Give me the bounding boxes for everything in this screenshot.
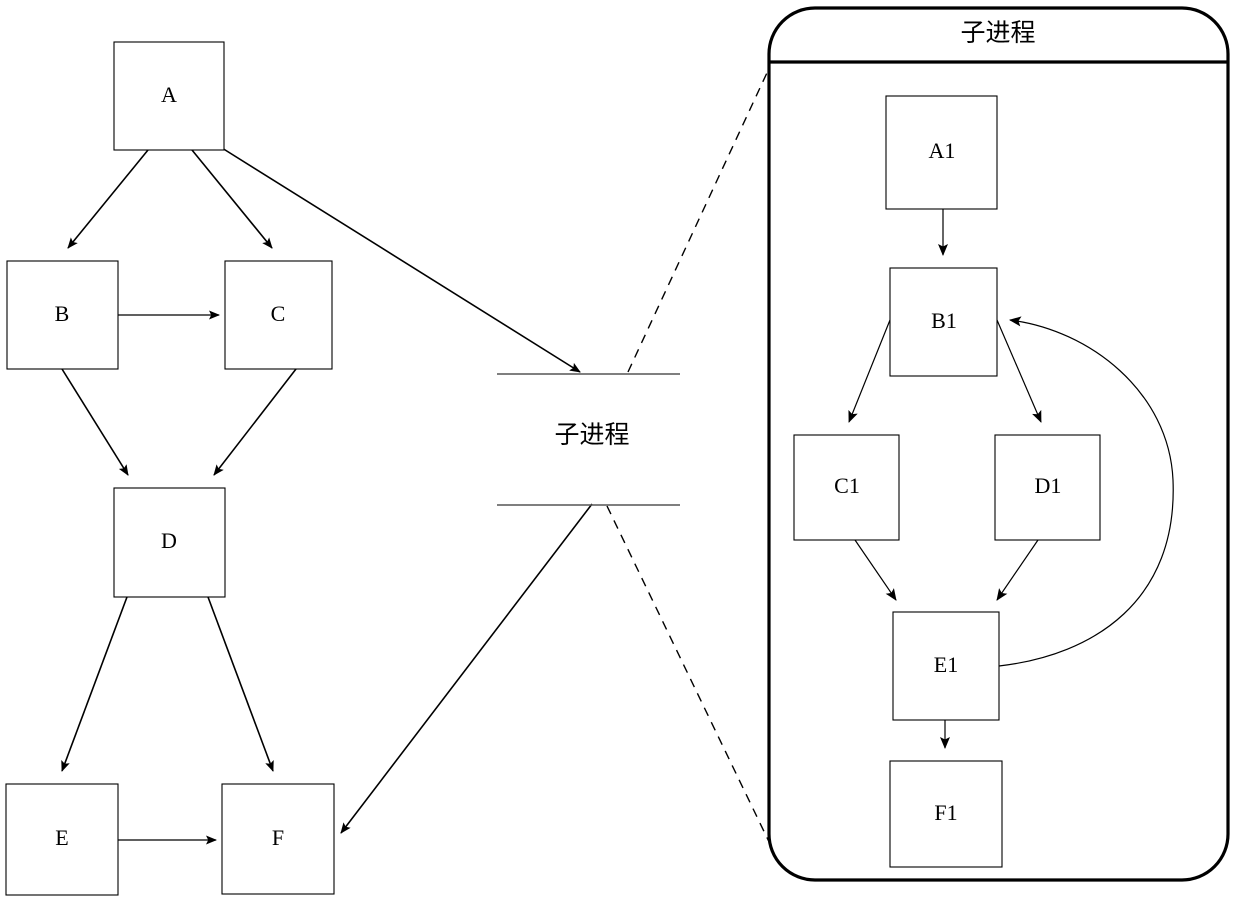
- node-b[interactable]: B: [6, 260, 119, 370]
- edge-c-to-d: [213, 368, 297, 476]
- node-a1-label: A1: [929, 138, 956, 163]
- subprocess-stub-group: 子进程: [497, 373, 680, 506]
- main-flow-group: A B C D E F: [5, 41, 593, 896]
- node-b-label: B: [55, 301, 70, 326]
- expansion-connectors-group: [606, 61, 773, 849]
- edge-a-to-b: [67, 149, 149, 249]
- node-f1[interactable]: F1: [889, 760, 1003, 868]
- node-e-label: E: [55, 825, 68, 850]
- node-d[interactable]: D: [113, 487, 226, 598]
- edge-b-to-d: [61, 368, 129, 476]
- subprocess-panel-title: 子进程: [960, 18, 1035, 47]
- node-a[interactable]: A: [113, 41, 225, 151]
- node-d1-label: D1: [1035, 473, 1062, 498]
- edge-a-to-c: [191, 149, 273, 249]
- node-f[interactable]: F: [221, 783, 335, 895]
- node-c1[interactable]: C1: [793, 434, 900, 541]
- node-d-label: D: [161, 528, 177, 553]
- node-e1[interactable]: E1: [892, 611, 1000, 721]
- node-a-label: A: [161, 82, 177, 107]
- node-c-label: C: [271, 301, 286, 326]
- edge-d-to-f: [207, 596, 274, 772]
- node-e1-label: E1: [934, 652, 958, 677]
- node-b1-label: B1: [931, 308, 957, 333]
- edge-subprocess-to-f: [340, 503, 593, 834]
- node-c1-label: C1: [834, 473, 860, 498]
- node-a1[interactable]: A1: [885, 95, 998, 210]
- node-c[interactable]: C: [224, 260, 333, 370]
- node-f1-label: F1: [934, 800, 957, 825]
- subprocess-panel-group: 子进程 A1 B1 C1 D1 E1 F1: [767, 6, 1230, 882]
- node-f-label: F: [272, 825, 284, 850]
- edge-d-to-e: [61, 596, 128, 772]
- node-d1[interactable]: D1: [994, 434, 1101, 541]
- diagram-canvas: A B C D E F 子进程 子进程 A1 B1 C1 D1 E1 F1: [5, 6, 1230, 896]
- top-expansion-connector: [627, 61, 773, 373]
- subprocess-stub-label: 子进程: [554, 420, 629, 449]
- node-b1[interactable]: B1: [889, 267, 998, 377]
- node-e[interactable]: E: [5, 783, 119, 896]
- bottom-expansion-connector: [606, 505, 773, 849]
